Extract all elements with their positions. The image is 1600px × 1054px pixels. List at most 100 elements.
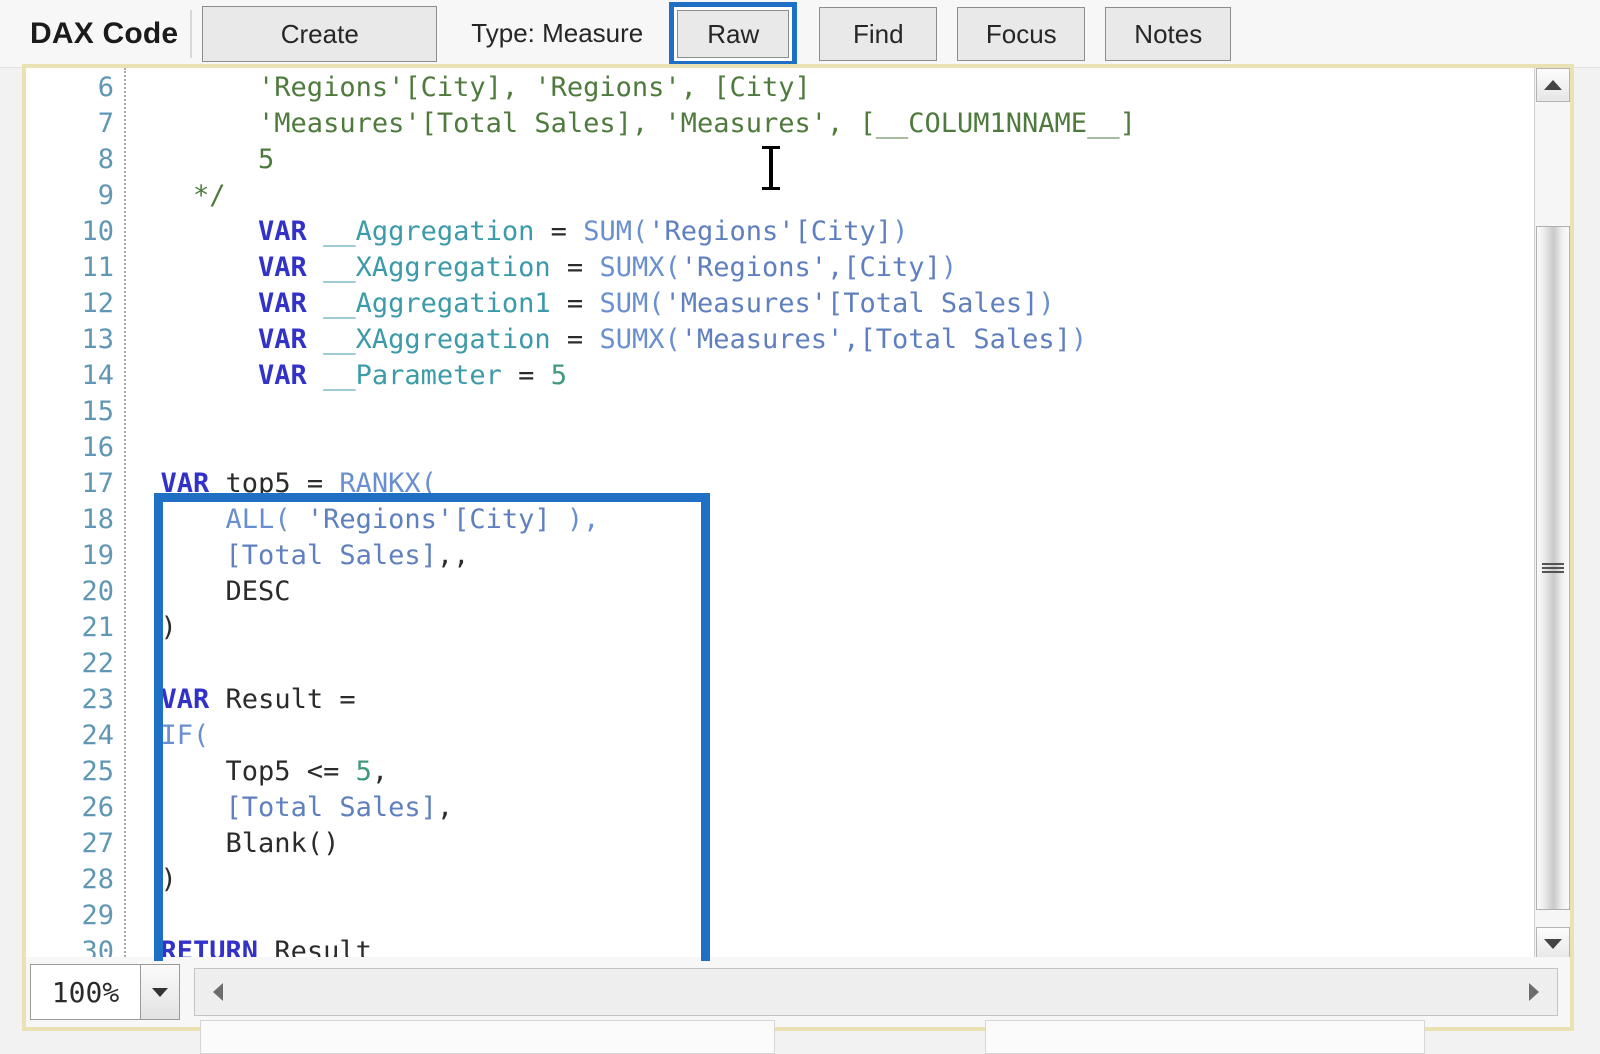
toolbar: DAX Code Create Type: Measure Raw Find F… [0, 0, 1600, 68]
line-number: 28 [34, 862, 114, 898]
editor-body[interactable]: 6789101112131415161718192021222324252627… [26, 68, 1570, 961]
line-number: 20 [34, 574, 114, 610]
code-token: __XAggregation [323, 324, 551, 355]
raw-button[interactable]: Raw [677, 10, 789, 58]
focus-button[interactable]: Focus [957, 7, 1085, 61]
code-line[interactable]: ) [128, 610, 177, 646]
code-line[interactable]: VAR top5 = RANKX( [128, 466, 437, 502]
code-token: ), [567, 504, 600, 535]
code-token: 'Measures'[Total Sales], 'Measures', [__… [128, 108, 1136, 139]
toolbar-divider [190, 10, 192, 58]
code-token: VAR [258, 324, 307, 355]
code-token: VAR [161, 468, 210, 499]
code-token: 'Regions',[City] [681, 252, 941, 283]
chevron-down-icon [152, 988, 168, 997]
line-number: 21 [34, 610, 114, 646]
code-token: Result = [209, 684, 355, 715]
code-token: = [551, 252, 600, 283]
code-line[interactable]: VAR __XAggregation = SUMX('Measures',[To… [128, 322, 1087, 358]
code-token [128, 504, 226, 535]
code-token: , [437, 792, 453, 823]
code-token: IF( [161, 720, 210, 751]
code-token: ) [128, 612, 177, 643]
code-line[interactable]: 5 [128, 142, 274, 178]
code-token: RANKX( [339, 468, 437, 499]
code-line[interactable]: Blank() [128, 826, 339, 862]
code-token: VAR [258, 252, 307, 283]
code-token [128, 540, 226, 571]
zoom-value[interactable]: 100% [30, 964, 140, 1020]
triangle-right-icon [1529, 983, 1539, 1001]
raw-button-highlight: Raw [669, 2, 797, 66]
code-token: = [551, 288, 600, 319]
code-surface[interactable]: 'Regions'[City], 'Regions', [City] 'Meas… [128, 68, 1570, 961]
code-token [128, 684, 161, 715]
code-line[interactable]: VAR __Aggregation1 = SUM('Measures'[Tota… [128, 286, 1055, 322]
code-line[interactable]: VAR __XAggregation = SUMX('Regions',[Cit… [128, 250, 957, 286]
line-number: 8 [34, 142, 114, 178]
code-token [128, 792, 226, 823]
code-token [307, 288, 323, 319]
scroll-left-button[interactable] [195, 969, 241, 1015]
lower-panel-left[interactable] [200, 1020, 775, 1054]
code-token: = [534, 216, 583, 247]
create-button[interactable]: Create [202, 6, 437, 62]
line-number: 27 [34, 826, 114, 862]
line-number-gutter: 6789101112131415161718192021222324252627… [26, 68, 126, 961]
lower-panel-right[interactable] [985, 1020, 1425, 1054]
code-line[interactable]: */ [128, 178, 226, 214]
code-token: VAR [258, 216, 307, 247]
line-number: 18 [34, 502, 114, 538]
code-token: ) [128, 864, 177, 895]
code-token [128, 360, 258, 391]
scroll-down-button[interactable] [1536, 927, 1570, 961]
code-line[interactable]: [Total Sales],, [128, 538, 469, 574]
find-button[interactable]: Find [819, 7, 937, 61]
scroll-right-button[interactable] [1511, 969, 1557, 1015]
notes-button[interactable]: Notes [1105, 7, 1231, 61]
zoom-control[interactable]: 100% [30, 964, 180, 1020]
app-title: DAX Code [30, 17, 178, 51]
code-token: ) [1038, 288, 1054, 319]
code-token: 'Regions'[City] [648, 216, 892, 247]
code-line[interactable]: IF( [128, 718, 209, 754]
zoom-dropdown-button[interactable] [140, 964, 180, 1020]
code-token: ) [1071, 324, 1087, 355]
code-line[interactable]: VAR __Parameter = 5 [128, 358, 567, 394]
code-token: [Total Sales] [226, 540, 437, 571]
code-token: SUMX( [599, 252, 680, 283]
code-token [307, 360, 323, 391]
triangle-down-icon [1544, 939, 1562, 949]
code-line[interactable]: 'Measures'[Total Sales], 'Measures', [__… [128, 106, 1136, 142]
scroll-up-button[interactable] [1536, 68, 1570, 102]
code-line[interactable]: ) [128, 862, 177, 898]
line-number: 29 [34, 898, 114, 934]
code-token: = [551, 324, 600, 355]
vertical-scrollbar[interactable] [1534, 68, 1570, 961]
line-number: 19 [34, 538, 114, 574]
code-token: [Total Sales] [226, 792, 437, 823]
code-line[interactable]: DESC [128, 574, 291, 610]
code-token: VAR [258, 360, 307, 391]
code-token: Blank() [128, 828, 339, 859]
code-token: 5 [128, 144, 274, 175]
code-line[interactable]: 'Regions'[City], 'Regions', [City] [128, 70, 811, 106]
line-number: 26 [34, 790, 114, 826]
code-token: SUMX( [599, 324, 680, 355]
code-token [128, 468, 161, 499]
code-token: 'Measures',[Total Sales] [681, 324, 1071, 355]
line-number: 11 [34, 250, 114, 286]
code-line[interactable]: [Total Sales], [128, 790, 453, 826]
line-number: 25 [34, 754, 114, 790]
line-number: 24 [34, 718, 114, 754]
horizontal-scrollbar[interactable] [194, 968, 1558, 1016]
code-token [128, 216, 258, 247]
line-number: 23 [34, 682, 114, 718]
code-line[interactable]: VAR __Aggregation = SUM('Regions'[City]) [128, 214, 908, 250]
code-line[interactable]: ALL( 'Regions'[City] ), [128, 502, 599, 538]
code-line[interactable]: Top5 <= 5, [128, 754, 388, 790]
vertical-scrollbar-thumb[interactable] [1536, 226, 1570, 910]
code-token: ) [941, 252, 957, 283]
code-line[interactable]: VAR Result = [128, 682, 356, 718]
code-token: __Aggregation1 [323, 288, 551, 319]
